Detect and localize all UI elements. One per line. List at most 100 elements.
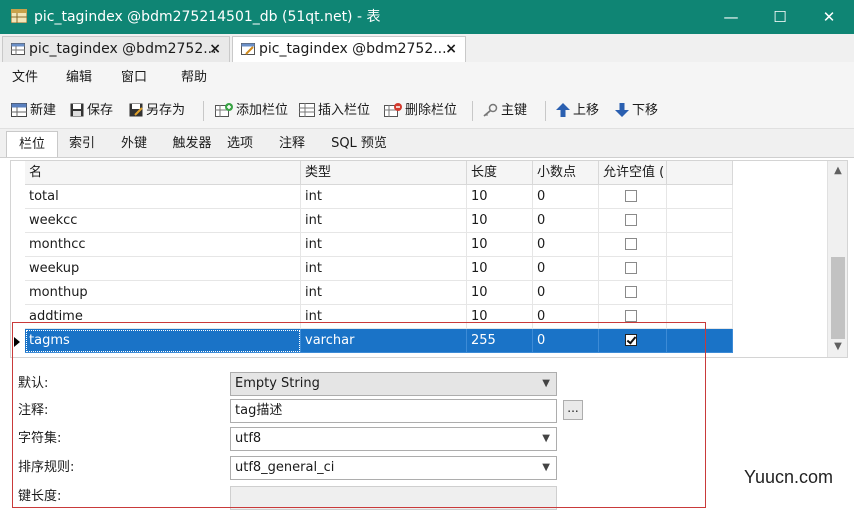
filler-cell (667, 281, 733, 305)
add-column-icon (215, 102, 233, 117)
nullable-checkbox[interactable] (625, 310, 637, 322)
close-window-button[interactable]: ✕ (806, 0, 852, 34)
decimals-cell[interactable]: 0 (533, 281, 599, 305)
table-edit-icon (241, 43, 255, 55)
filler-cell (667, 209, 733, 233)
table-app-icon (11, 9, 27, 23)
length-cell[interactable]: 10 (467, 281, 533, 305)
column-header-length[interactable]: 长度 (467, 161, 533, 185)
save-label: 保存 (87, 103, 114, 118)
column-header-type[interactable]: 类型 (301, 161, 467, 185)
nullable-cell[interactable] (599, 209, 667, 233)
arrow-up-icon (556, 102, 570, 117)
doc-tab-2-close-icon[interactable]: × (445, 37, 457, 62)
move-up-button[interactable]: 上移 (556, 94, 599, 128)
length-cell[interactable]: 10 (467, 233, 533, 257)
save-as-button[interactable]: 另存为 (129, 94, 185, 128)
name-cell[interactable]: total (25, 185, 301, 209)
decimals-cell[interactable]: 0 (533, 209, 599, 233)
primary-key-button[interactable]: 主键 (482, 94, 527, 128)
insert-column-label: 插入栏位 (318, 103, 371, 118)
tab-sql-preview[interactable]: SQL 预览 (324, 131, 394, 157)
save-button[interactable]: 保存 (70, 94, 113, 128)
type-cell[interactable]: int (301, 281, 467, 305)
decimals-cell[interactable]: 0 (533, 185, 599, 209)
tab-triggers[interactable]: 触发器 (165, 131, 219, 157)
nullable-cell[interactable] (599, 185, 667, 209)
scroll-down-icon[interactable]: ▼ (828, 341, 847, 352)
name-cell[interactable]: weekup (25, 257, 301, 281)
new-button[interactable]: 新建 (11, 94, 56, 128)
type-cell[interactable]: int (301, 209, 467, 233)
scrollbar-thumb[interactable] (831, 257, 845, 339)
name-cell[interactable]: monthup (25, 281, 301, 305)
menu-help[interactable]: 帮助 (181, 62, 207, 94)
column-header-name[interactable]: 名 (25, 161, 301, 185)
nullable-checkbox[interactable] (625, 286, 637, 298)
add-column-button[interactable]: 添加栏位 (215, 94, 288, 128)
name-cell[interactable]: weekcc (25, 209, 301, 233)
document-tab-bar: pic_tagindex @bdm2752... × pic_tagindex … (0, 34, 854, 63)
toolbar-separator (545, 101, 546, 121)
save-icon (70, 103, 84, 116)
nullable-checkbox[interactable] (625, 214, 637, 226)
vertical-scrollbar[interactable]: ▲ ▼ (827, 161, 847, 357)
column-header-decimals[interactable]: 小数点 (533, 161, 599, 185)
filler-cell (667, 257, 733, 281)
highlight-box (12, 322, 706, 508)
table-row[interactable]: monthup int 10 0 (11, 281, 733, 305)
tab-comment[interactable]: 注释 (270, 131, 314, 157)
delete-column-icon (384, 102, 402, 117)
doc-tab-2[interactable]: pic_tagindex @bdm2752... × (232, 36, 466, 63)
primary-key-label: 主键 (501, 103, 528, 118)
nullable-checkbox[interactable] (625, 262, 637, 274)
title-bar: pic_tagindex @bdm275214501_db (51qt.net)… (0, 0, 854, 34)
add-column-label: 添加栏位 (236, 103, 289, 118)
type-cell[interactable]: int (301, 257, 467, 281)
insert-column-button[interactable]: 插入栏位 (299, 94, 370, 128)
tab-foreign-keys[interactable]: 外键 (112, 131, 156, 157)
table-row[interactable]: monthcc int 10 0 (11, 233, 733, 257)
menu-file[interactable]: 文件 (12, 62, 38, 94)
designer-tab-bar: 栏位 索引 外键 触发器 选项 注释 SQL 预览 (0, 129, 854, 158)
table-row[interactable]: total int 10 0 (11, 185, 733, 209)
maximize-button[interactable]: ☐ (757, 0, 803, 34)
decimals-cell[interactable]: 0 (533, 233, 599, 257)
doc-tab-1-label: pic_tagindex @bdm2752... (29, 41, 217, 57)
move-down-label: 下移 (632, 103, 659, 118)
toolbar: 新建 保存 另存为 添加栏位 插入栏位 删除栏位 主键 上移 下移 (0, 94, 854, 129)
type-cell[interactable]: int (301, 233, 467, 257)
nullable-checkbox[interactable] (625, 238, 637, 250)
menu-edit[interactable]: 编辑 (66, 62, 92, 94)
window-title: pic_tagindex @bdm275214501_db (51qt.net)… (34, 9, 381, 25)
menu-window[interactable]: 窗口 (121, 62, 147, 94)
nullable-cell[interactable] (599, 257, 667, 281)
decimals-cell[interactable]: 0 (533, 257, 599, 281)
column-header-filler (667, 161, 733, 185)
doc-tab-1-close-icon[interactable]: × (209, 37, 221, 62)
name-cell[interactable]: monthcc (25, 233, 301, 257)
length-cell[interactable]: 10 (467, 209, 533, 233)
table-row[interactable]: weekup int 10 0 (11, 257, 733, 281)
length-cell[interactable]: 10 (467, 257, 533, 281)
doc-tab-1[interactable]: pic_tagindex @bdm2752... × (2, 36, 230, 62)
key-icon (483, 103, 498, 117)
table-row[interactable]: weekcc int 10 0 (11, 209, 733, 233)
move-down-button[interactable]: 下移 (615, 94, 658, 128)
length-cell[interactable]: 10 (467, 185, 533, 209)
minimize-button[interactable]: — (708, 0, 754, 34)
tab-fields[interactable]: 栏位 (6, 131, 58, 157)
insert-column-icon (299, 102, 315, 117)
type-cell[interactable]: int (301, 185, 467, 209)
column-header-nullable[interactable]: 允许空值 ( (599, 161, 667, 185)
nullable-cell[interactable] (599, 233, 667, 257)
watermark-text: Yuucn.com (744, 467, 834, 487)
nullable-checkbox[interactable] (625, 190, 637, 202)
nullable-cell[interactable] (599, 281, 667, 305)
delete-column-button[interactable]: 删除栏位 (384, 94, 457, 128)
tab-indexes[interactable]: 索引 (60, 131, 104, 157)
toolbar-separator (472, 101, 473, 121)
save-as-label: 另存为 (146, 103, 186, 118)
tab-options[interactable]: 选项 (220, 131, 260, 157)
scroll-up-icon[interactable]: ▲ (828, 165, 847, 176)
